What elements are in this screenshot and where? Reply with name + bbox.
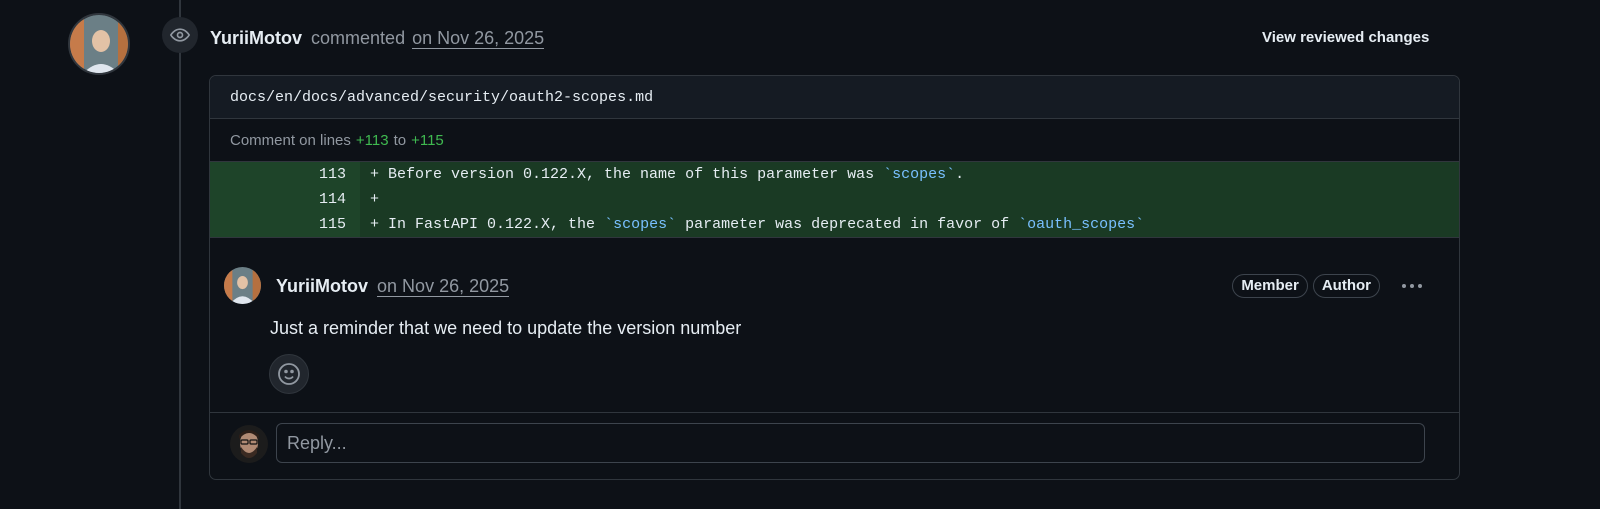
diff-row: 113 + Before version 0.122.X, the name o… <box>210 162 1459 187</box>
diff-line-code: + Before version 0.122.X, the name of th… <box>360 162 1459 187</box>
diff-row: 114 + <box>210 187 1459 212</box>
diff-prefix: + <box>370 216 389 233</box>
diff-line-number[interactable]: 115 <box>210 212 360 237</box>
kebab-horizontal-icon[interactable] <box>1397 274 1427 298</box>
diff-code-token: `oauth_scopes` <box>1018 216 1145 233</box>
smiley-icon <box>278 363 300 385</box>
author-badge: Author <box>1312 274 1380 298</box>
comment-badges: Member Author <box>1232 274 1427 298</box>
reply-row <box>210 413 1459 477</box>
eye-icon <box>162 17 198 53</box>
diff-line-number[interactable]: 113 <box>210 162 360 187</box>
review-author-link[interactable]: YuriiMotov <box>210 28 302 48</box>
diff-hunk: 113 + Before version 0.122.X, the name o… <box>210 162 1459 238</box>
lines-caption: Comment on lines +113 to +115 <box>210 119 1459 162</box>
diff-text: . <box>955 166 965 183</box>
avatar-photo <box>224 267 261 304</box>
diff-row: 115 + In FastAPI 0.122.X, the `scopes` p… <box>210 212 1459 237</box>
review-date-link[interactable]: on Nov 26, 2025 <box>412 28 545 49</box>
review-header: YuriiMotov commented on Nov 26, 2025 <box>210 26 545 50</box>
avatar-photo <box>230 425 268 463</box>
diff-code-token: `scopes` <box>883 166 956 183</box>
review-thread: docs/en/docs/advanced/security/oauth2-sc… <box>209 75 1460 480</box>
file-path-link[interactable]: docs/en/docs/advanced/security/oauth2-sc… <box>230 89 653 106</box>
diff-prefix: + <box>370 191 389 208</box>
reply-input[interactable] <box>276 423 1425 463</box>
diff-text: In FastAPI 0.122.X, the <box>388 216 605 233</box>
diff-line-code: + In FastAPI 0.122.X, the `scopes` param… <box>360 212 1459 237</box>
member-badge: Member <box>1232 274 1308 298</box>
diff-text: parameter was deprecated in favor of <box>676 216 1019 233</box>
view-reviewed-changes-button[interactable]: View reviewed changes <box>1262 26 1429 50</box>
comment-header: YuriiMotov on Nov 26, 2025 <box>276 274 510 298</box>
comment-body: Just a reminder that we need to update t… <box>270 318 742 338</box>
comment-avatar[interactable] <box>224 267 261 304</box>
comment-date-link[interactable]: on Nov 26, 2025 <box>377 276 510 297</box>
diff-text: Before version 0.122.X, the name of this… <box>388 166 884 183</box>
avatar-photo <box>70 15 128 73</box>
avatar[interactable] <box>68 13 130 75</box>
current-user-avatar <box>230 425 268 463</box>
add-reaction-button[interactable] <box>269 354 309 394</box>
caption-to: to <box>393 131 407 149</box>
diff-line-number[interactable]: 114 <box>210 187 360 212</box>
review-comment: YuriiMotov on Nov 26, 2025 Member Author… <box>210 238 1459 413</box>
review-action: commented <box>311 28 406 48</box>
file-path-header: docs/en/docs/advanced/security/oauth2-sc… <box>210 76 1459 119</box>
diff-line-code: + <box>360 187 1459 212</box>
line-end: +115 <box>411 131 444 149</box>
line-start: +113 <box>355 131 389 149</box>
diff-code-token: `scopes` <box>604 216 677 233</box>
diff-prefix: + <box>370 166 389 183</box>
caption-prefix: Comment on lines <box>230 131 351 149</box>
comment-author-link[interactable]: YuriiMotov <box>276 276 368 296</box>
timeline-line <box>179 0 181 509</box>
